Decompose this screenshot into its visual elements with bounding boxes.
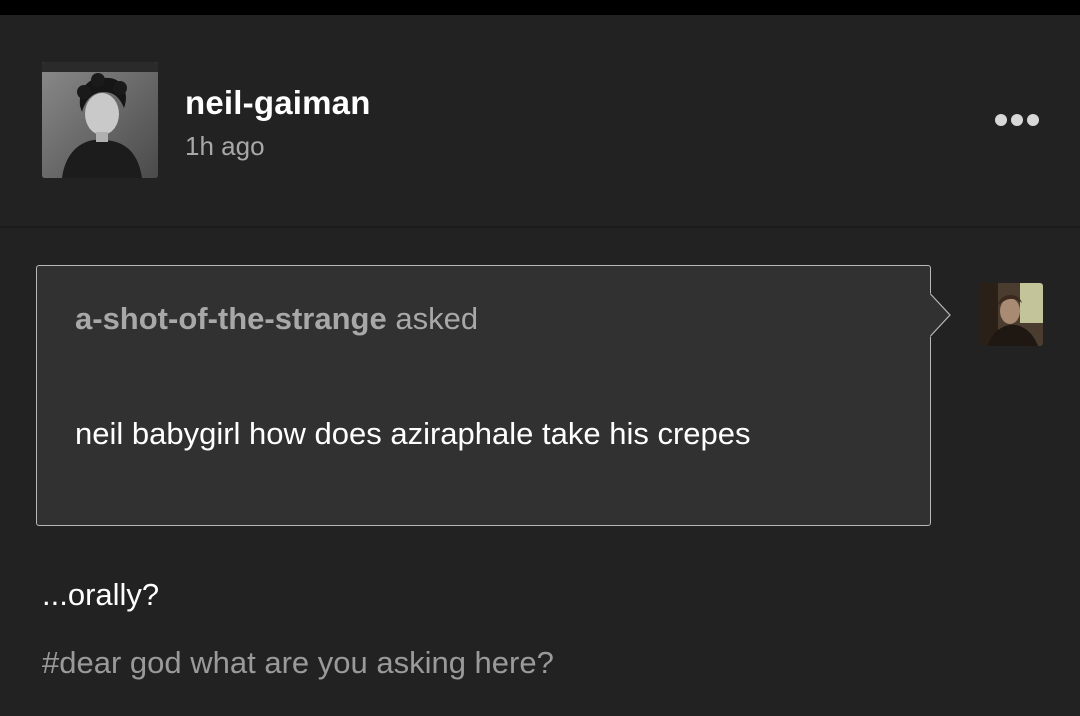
asker-username[interactable]: a-shot-of-the-strange xyxy=(75,301,387,336)
post-answer: ...orally? xyxy=(42,577,160,612)
post-timestamp: 1h ago xyxy=(185,131,265,161)
author-username[interactable]: neil-gaiman xyxy=(185,84,371,122)
asker-avatar[interactable] xyxy=(980,283,1043,346)
more-options-button[interactable] xyxy=(988,107,1044,133)
asker-line: a-shot-of-the-strange asked xyxy=(75,301,478,337)
speech-pointer xyxy=(930,293,951,337)
status-bar xyxy=(0,0,1080,15)
more-options-icon xyxy=(995,114,1039,126)
author-avatar-image xyxy=(42,62,158,178)
asked-label: asked xyxy=(395,301,479,336)
asker-avatar-image xyxy=(980,283,1043,346)
author-avatar[interactable] xyxy=(42,62,158,178)
ask-question: neil babygirl how does aziraphale take h… xyxy=(75,416,751,451)
post-tag[interactable]: #dear god what are you asking here? xyxy=(42,645,554,681)
ask-box: a-shot-of-the-strange asked neil babygir… xyxy=(36,265,931,526)
post-header: neil-gaiman 1h ago xyxy=(0,15,1080,228)
